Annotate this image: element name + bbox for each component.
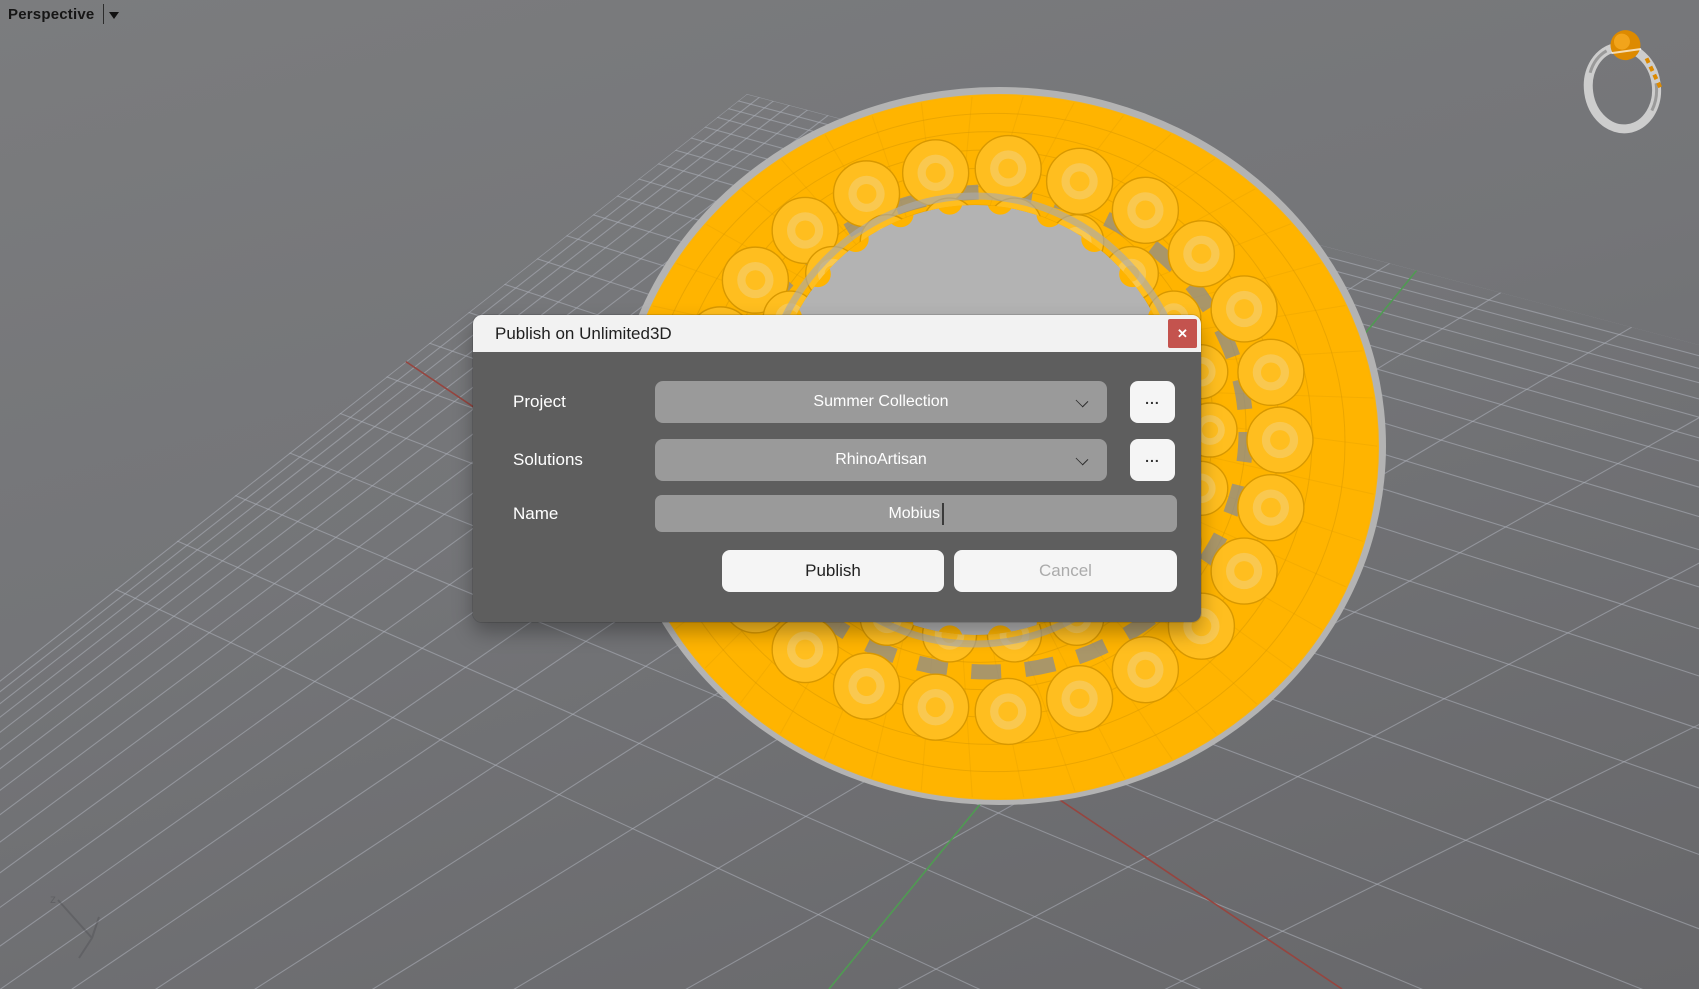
solutions-selected-value: RhinoArtisan [835, 451, 927, 469]
cancel-button[interactable]: Cancel [954, 550, 1177, 592]
project-label: Project [513, 381, 566, 423]
name-value: Mobius [888, 505, 940, 523]
dialog-body: Project Summer Collection ... Solutions … [473, 352, 1201, 622]
ring-logo-icon [1581, 26, 1666, 133]
viewport-title: Perspective [8, 6, 94, 23]
dialog-title: Publish on Unlimited3D [495, 315, 672, 352]
viewport-menu-chevron-icon[interactable] [109, 12, 119, 19]
name-label: Name [513, 495, 558, 532]
viewport-title-divider [103, 4, 104, 24]
viewport-3d[interactable]: z Perspective Publish on Unlimited3D ✕ P… [0, 0, 1699, 989]
dialog-titlebar[interactable]: Publish on Unlimited3D ✕ [473, 315, 1201, 352]
viewport-title-menu[interactable]: Perspective [8, 2, 119, 26]
close-icon: ✕ [1177, 327, 1188, 340]
solutions-browse-button[interactable]: ... [1130, 439, 1175, 481]
close-button[interactable]: ✕ [1168, 319, 1197, 348]
chevron-down-icon [1076, 395, 1089, 408]
svg-text:z: z [50, 892, 56, 906]
project-selected-value: Summer Collection [813, 393, 948, 411]
solutions-select[interactable]: RhinoArtisan [655, 439, 1107, 481]
project-browse-button[interactable]: ... [1130, 381, 1175, 423]
solutions-label: Solutions [513, 439, 583, 481]
text-caret [942, 503, 944, 525]
world-axes-icon: z [50, 892, 99, 958]
project-select[interactable]: Summer Collection [655, 381, 1107, 423]
name-input[interactable]: Mobius [655, 495, 1177, 532]
publish-dialog: Publish on Unlimited3D ✕ Project Summer … [473, 315, 1201, 622]
publish-button[interactable]: Publish [722, 550, 944, 592]
chevron-down-icon [1076, 453, 1089, 466]
